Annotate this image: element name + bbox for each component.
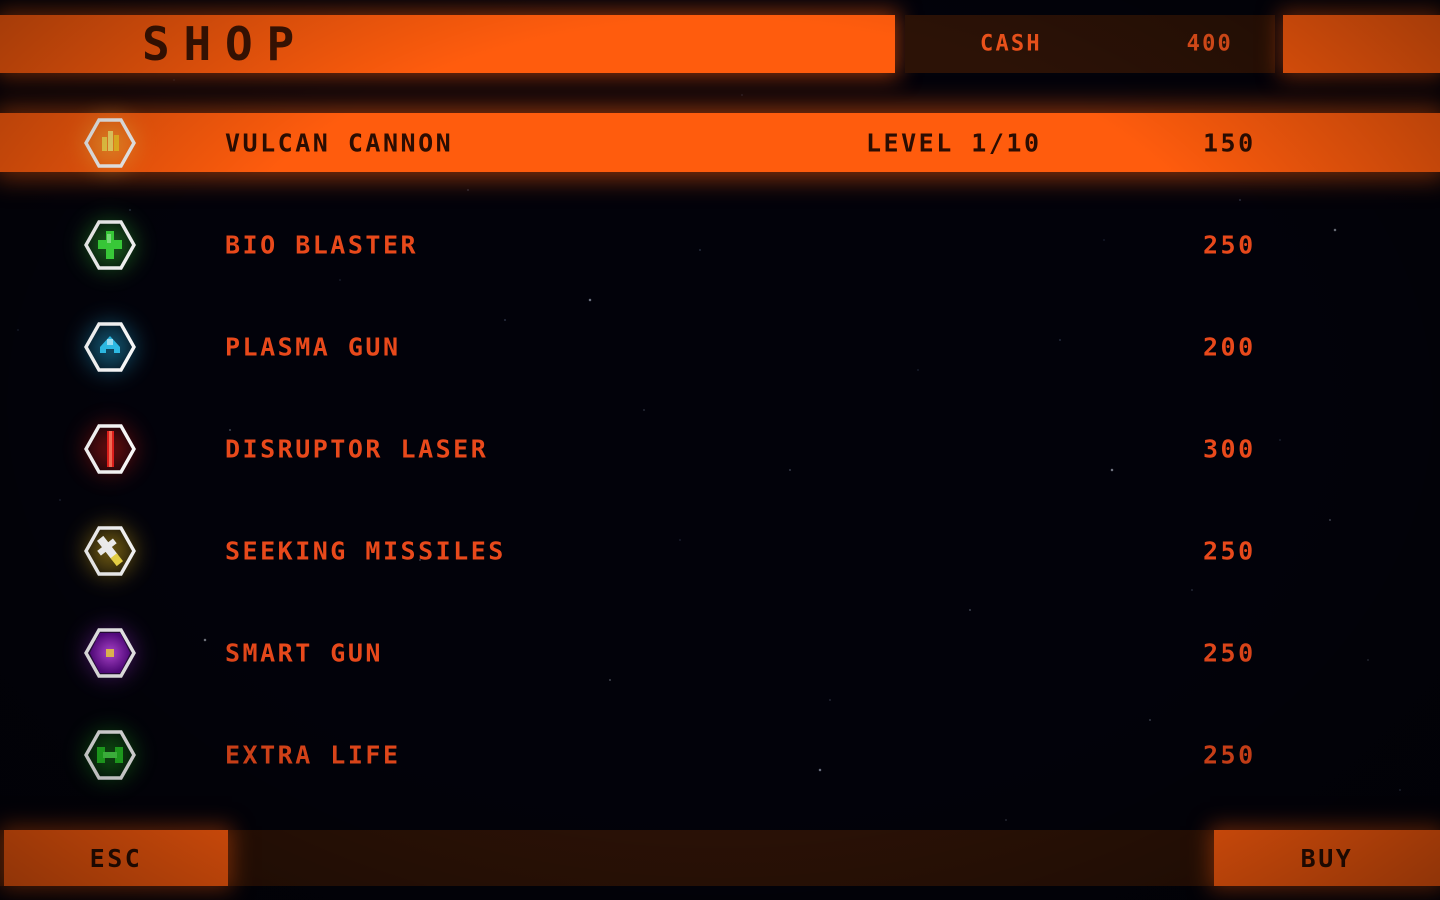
item-name: SEEKING MISSILES [225,536,506,565]
list-item[interactable]: SMART GUN 250 [0,616,1440,689]
list-item[interactable]: BIO BLASTER 250 [0,208,1440,281]
cash-panel: CASH 400 [905,15,1275,73]
list-item[interactable]: SEEKING MISSILES 250 [0,514,1440,587]
vulcan-cannon-icon [84,117,136,168]
item-level: LEVEL 1/10 [866,128,1042,157]
list-item[interactable]: DISRUPTOR LASER 300 [0,412,1440,485]
shop-screen: SHOP CASH 400 VULCAN CANNON LEVEL 1/10 1… [0,0,1440,900]
item-name: PLASMA GUN [225,332,401,361]
list-item[interactable]: VULCAN CANNON LEVEL 1/10 150 [0,106,1440,179]
smart-gun-icon [84,627,136,678]
item-price: 250 [1203,230,1256,259]
item-name: DISRUPTOR LASER [225,434,489,463]
item-icon [74,208,146,281]
item-icon [74,718,146,791]
cash-value: 400 [1186,31,1233,57]
esc-button[interactable]: ESC [4,830,228,886]
bio-blaster-icon [84,219,136,270]
esc-button-label: ESC [89,843,143,873]
disruptor-laser-icon [84,423,136,474]
shop-title-bar: SHOP [0,15,895,73]
item-name: SMART GUN [225,638,383,667]
item-icon [74,616,146,689]
item-price: 200 [1203,332,1256,361]
cash-label: CASH [980,31,1042,57]
item-price: 250 [1203,536,1256,565]
shop-item-list: VULCAN CANNON LEVEL 1/10 150 BIO BLASTER [0,106,1440,827]
extra-life-icon [84,729,136,780]
item-icon [74,310,146,383]
item-price: 250 [1203,638,1256,667]
buy-button-label: BUY [1300,843,1354,873]
item-price: 250 [1203,740,1256,769]
shop-header: SHOP CASH 400 [0,15,1440,73]
page-title: SHOP [142,17,308,71]
list-item[interactable]: PLASMA GUN 200 [0,310,1440,383]
buy-button[interactable]: BUY [1214,830,1440,886]
item-name: VULCAN CANNON [225,128,454,157]
shop-footer: ESC BUY [0,830,1440,886]
item-name: BIO BLASTER [225,230,419,259]
plasma-gun-icon [84,321,136,372]
item-icon [74,106,146,179]
item-icon [74,412,146,485]
item-price: 300 [1203,434,1256,463]
item-price: 150 [1203,128,1256,157]
list-item[interactable]: EXTRA LIFE 250 [0,718,1440,791]
seeking-missiles-icon [84,525,136,576]
header-right-block [1283,15,1440,73]
item-name: EXTRA LIFE [225,740,401,769]
item-icon [74,514,146,587]
